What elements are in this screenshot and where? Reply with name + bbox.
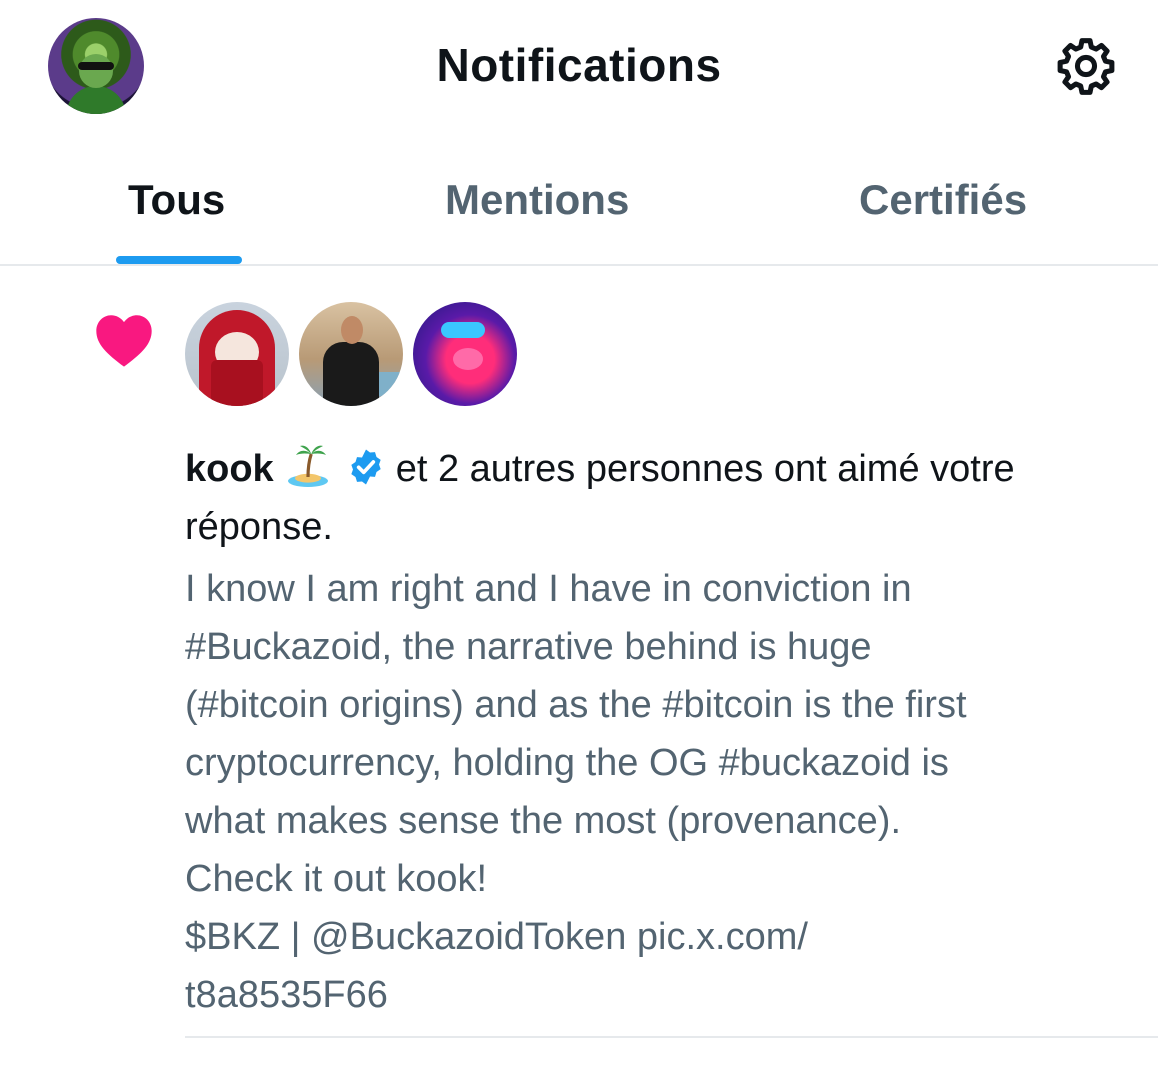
liker-2-torso: [323, 342, 379, 406]
item-divider: [185, 1036, 1158, 1038]
liker-2-head: [341, 316, 363, 344]
palm-island-emoji: [287, 445, 328, 487]
verified-badge-icon: [351, 449, 381, 485]
liker-3-goggles: [441, 322, 485, 338]
gear-icon[interactable]: [1054, 34, 1118, 98]
tweet-text[interactable]: I know I am right and I have in convicti…: [185, 560, 1145, 1024]
username-link[interactable]: kook: [185, 448, 274, 490]
liker-1-veil: [211, 360, 263, 406]
heart-icon: [96, 315, 152, 367]
liker-avatar-1[interactable]: [185, 302, 289, 406]
tab-bar: Tous Mentions Certifiés: [0, 132, 1158, 266]
liker-avatar-2[interactable]: [299, 302, 403, 406]
liker-avatar-3[interactable]: [413, 302, 517, 406]
tab-certifies[interactable]: Certifiés: [859, 176, 1027, 224]
page-title: Notifications: [436, 39, 722, 91]
tab-mentions[interactable]: Mentions: [445, 176, 629, 224]
notification-text: kook et 2 autres personnes ont aimé votr…: [185, 440, 1115, 556]
liker-3-snout: [453, 348, 483, 370]
active-tab-indicator: [116, 256, 242, 264]
tab-tous[interactable]: Tous: [128, 176, 225, 224]
top-bar: Notifications: [0, 0, 1158, 132]
